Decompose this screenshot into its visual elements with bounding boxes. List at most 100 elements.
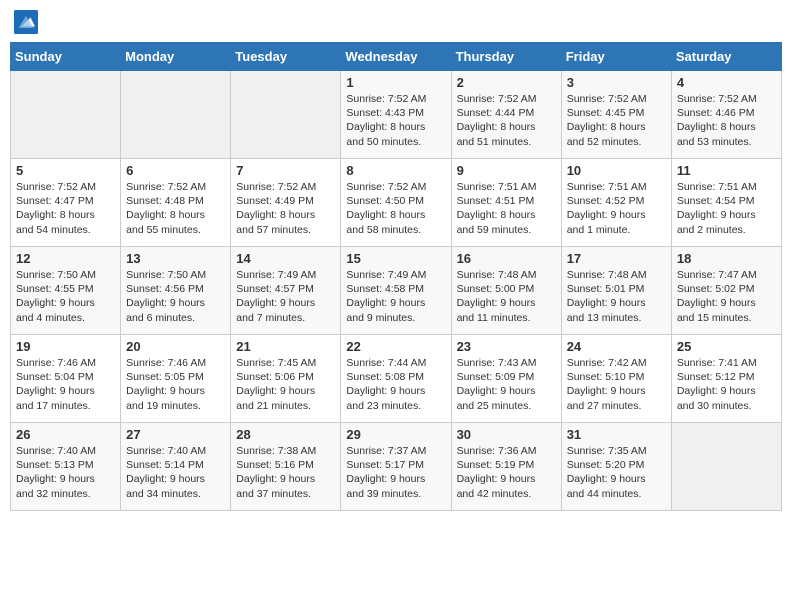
day-info: Sunrise: 7:46 AM Sunset: 5:04 PM Dayligh… [16, 356, 115, 413]
sunset-text: Sunset: 4:54 PM [677, 195, 755, 207]
day-info: Sunrise: 7:49 AM Sunset: 4:57 PM Dayligh… [236, 268, 335, 325]
weekday-header: Thursday [451, 43, 561, 71]
page-header [10, 10, 782, 34]
sunset-text: Sunset: 5:20 PM [567, 459, 645, 471]
calendar-day-cell [11, 71, 121, 159]
sunset-text: Sunset: 5:19 PM [457, 459, 535, 471]
sunrise-text: Sunrise: 7:52 AM [457, 93, 537, 105]
daylight-text: Daylight: 9 hours and 13 minutes. [567, 297, 646, 323]
day-number: 21 [236, 339, 335, 354]
daylight-text: Daylight: 8 hours and 58 minutes. [346, 209, 425, 235]
day-number: 23 [457, 339, 556, 354]
daylight-text: Daylight: 8 hours and 55 minutes. [126, 209, 205, 235]
sunset-text: Sunset: 5:05 PM [126, 371, 204, 383]
daylight-text: Daylight: 8 hours and 51 minutes. [457, 121, 536, 147]
sunrise-text: Sunrise: 7:42 AM [567, 357, 647, 369]
daylight-text: Daylight: 8 hours and 50 minutes. [346, 121, 425, 147]
weekday-header: Sunday [11, 43, 121, 71]
sunset-text: Sunset: 5:01 PM [567, 283, 645, 295]
sunrise-text: Sunrise: 7:48 AM [567, 269, 647, 281]
day-info: Sunrise: 7:52 AM Sunset: 4:47 PM Dayligh… [16, 180, 115, 237]
day-number: 13 [126, 251, 225, 266]
sunset-text: Sunset: 5:02 PM [677, 283, 755, 295]
sunset-text: Sunset: 5:09 PM [457, 371, 535, 383]
calendar-day-cell: 26 Sunrise: 7:40 AM Sunset: 5:13 PM Dayl… [11, 423, 121, 511]
sunset-text: Sunset: 4:55 PM [16, 283, 94, 295]
day-info: Sunrise: 7:35 AM Sunset: 5:20 PM Dayligh… [567, 444, 666, 501]
daylight-text: Daylight: 9 hours and 11 minutes. [457, 297, 536, 323]
day-info: Sunrise: 7:51 AM Sunset: 4:51 PM Dayligh… [457, 180, 556, 237]
calendar-table: SundayMondayTuesdayWednesdayThursdayFrid… [10, 42, 782, 511]
day-info: Sunrise: 7:52 AM Sunset: 4:46 PM Dayligh… [677, 92, 776, 149]
daylight-text: Daylight: 9 hours and 1 minute. [567, 209, 646, 235]
sunrise-text: Sunrise: 7:52 AM [677, 93, 757, 105]
sunset-text: Sunset: 4:46 PM [677, 107, 755, 119]
calendar-day-cell: 27 Sunrise: 7:40 AM Sunset: 5:14 PM Dayl… [121, 423, 231, 511]
calendar-day-cell: 10 Sunrise: 7:51 AM Sunset: 4:52 PM Dayl… [561, 159, 671, 247]
day-number: 28 [236, 427, 335, 442]
day-number: 16 [457, 251, 556, 266]
calendar-header: SundayMondayTuesdayWednesdayThursdayFrid… [11, 43, 782, 71]
day-info: Sunrise: 7:52 AM Sunset: 4:43 PM Dayligh… [346, 92, 445, 149]
day-info: Sunrise: 7:48 AM Sunset: 5:00 PM Dayligh… [457, 268, 556, 325]
sunrise-text: Sunrise: 7:36 AM [457, 445, 537, 457]
sunrise-text: Sunrise: 7:50 AM [16, 269, 96, 281]
calendar-day-cell: 7 Sunrise: 7:52 AM Sunset: 4:49 PM Dayli… [231, 159, 341, 247]
calendar-day-cell [231, 71, 341, 159]
calendar-day-cell: 23 Sunrise: 7:43 AM Sunset: 5:09 PM Dayl… [451, 335, 561, 423]
sunrise-text: Sunrise: 7:49 AM [236, 269, 316, 281]
day-info: Sunrise: 7:50 AM Sunset: 4:56 PM Dayligh… [126, 268, 225, 325]
day-number: 12 [16, 251, 115, 266]
day-number: 9 [457, 163, 556, 178]
day-info: Sunrise: 7:40 AM Sunset: 5:14 PM Dayligh… [126, 444, 225, 501]
day-info: Sunrise: 7:51 AM Sunset: 4:54 PM Dayligh… [677, 180, 776, 237]
sunset-text: Sunset: 4:57 PM [236, 283, 314, 295]
day-number: 1 [346, 75, 445, 90]
daylight-text: Daylight: 9 hours and 27 minutes. [567, 385, 646, 411]
day-number: 3 [567, 75, 666, 90]
sunset-text: Sunset: 5:14 PM [126, 459, 204, 471]
calendar-day-cell: 4 Sunrise: 7:52 AM Sunset: 4:46 PM Dayli… [671, 71, 781, 159]
calendar-day-cell: 31 Sunrise: 7:35 AM Sunset: 5:20 PM Dayl… [561, 423, 671, 511]
calendar-day-cell: 25 Sunrise: 7:41 AM Sunset: 5:12 PM Dayl… [671, 335, 781, 423]
day-info: Sunrise: 7:46 AM Sunset: 5:05 PM Dayligh… [126, 356, 225, 413]
day-number: 27 [126, 427, 225, 442]
sunrise-text: Sunrise: 7:52 AM [567, 93, 647, 105]
sunset-text: Sunset: 4:47 PM [16, 195, 94, 207]
sunset-text: Sunset: 4:56 PM [126, 283, 204, 295]
day-number: 26 [16, 427, 115, 442]
day-info: Sunrise: 7:45 AM Sunset: 5:06 PM Dayligh… [236, 356, 335, 413]
calendar-day-cell: 18 Sunrise: 7:47 AM Sunset: 5:02 PM Dayl… [671, 247, 781, 335]
day-number: 17 [567, 251, 666, 266]
daylight-text: Daylight: 9 hours and 25 minutes. [457, 385, 536, 411]
day-info: Sunrise: 7:52 AM Sunset: 4:48 PM Dayligh… [126, 180, 225, 237]
calendar-day-cell: 19 Sunrise: 7:46 AM Sunset: 5:04 PM Dayl… [11, 335, 121, 423]
sunrise-text: Sunrise: 7:52 AM [346, 93, 426, 105]
sunrise-text: Sunrise: 7:51 AM [677, 181, 757, 193]
sunrise-text: Sunrise: 7:41 AM [677, 357, 757, 369]
daylight-text: Daylight: 9 hours and 6 minutes. [126, 297, 205, 323]
calendar-day-cell: 30 Sunrise: 7:36 AM Sunset: 5:19 PM Dayl… [451, 423, 561, 511]
daylight-text: Daylight: 9 hours and 34 minutes. [126, 473, 205, 499]
sunrise-text: Sunrise: 7:44 AM [346, 357, 426, 369]
calendar-day-cell: 14 Sunrise: 7:49 AM Sunset: 4:57 PM Dayl… [231, 247, 341, 335]
day-number: 6 [126, 163, 225, 178]
daylight-text: Daylight: 9 hours and 44 minutes. [567, 473, 646, 499]
sunset-text: Sunset: 5:17 PM [346, 459, 424, 471]
daylight-text: Daylight: 9 hours and 17 minutes. [16, 385, 95, 411]
daylight-text: Daylight: 9 hours and 2 minutes. [677, 209, 756, 235]
calendar-day-cell: 13 Sunrise: 7:50 AM Sunset: 4:56 PM Dayl… [121, 247, 231, 335]
day-info: Sunrise: 7:52 AM Sunset: 4:49 PM Dayligh… [236, 180, 335, 237]
weekday-header: Monday [121, 43, 231, 71]
day-info: Sunrise: 7:50 AM Sunset: 4:55 PM Dayligh… [16, 268, 115, 325]
sunrise-text: Sunrise: 7:52 AM [236, 181, 316, 193]
sunset-text: Sunset: 4:43 PM [346, 107, 424, 119]
sunrise-text: Sunrise: 7:43 AM [457, 357, 537, 369]
daylight-text: Daylight: 9 hours and 30 minutes. [677, 385, 756, 411]
calendar-day-cell: 8 Sunrise: 7:52 AM Sunset: 4:50 PM Dayli… [341, 159, 451, 247]
day-number: 29 [346, 427, 445, 442]
sunset-text: Sunset: 5:06 PM [236, 371, 314, 383]
calendar-day-cell: 12 Sunrise: 7:50 AM Sunset: 4:55 PM Dayl… [11, 247, 121, 335]
day-number: 25 [677, 339, 776, 354]
sunset-text: Sunset: 4:58 PM [346, 283, 424, 295]
